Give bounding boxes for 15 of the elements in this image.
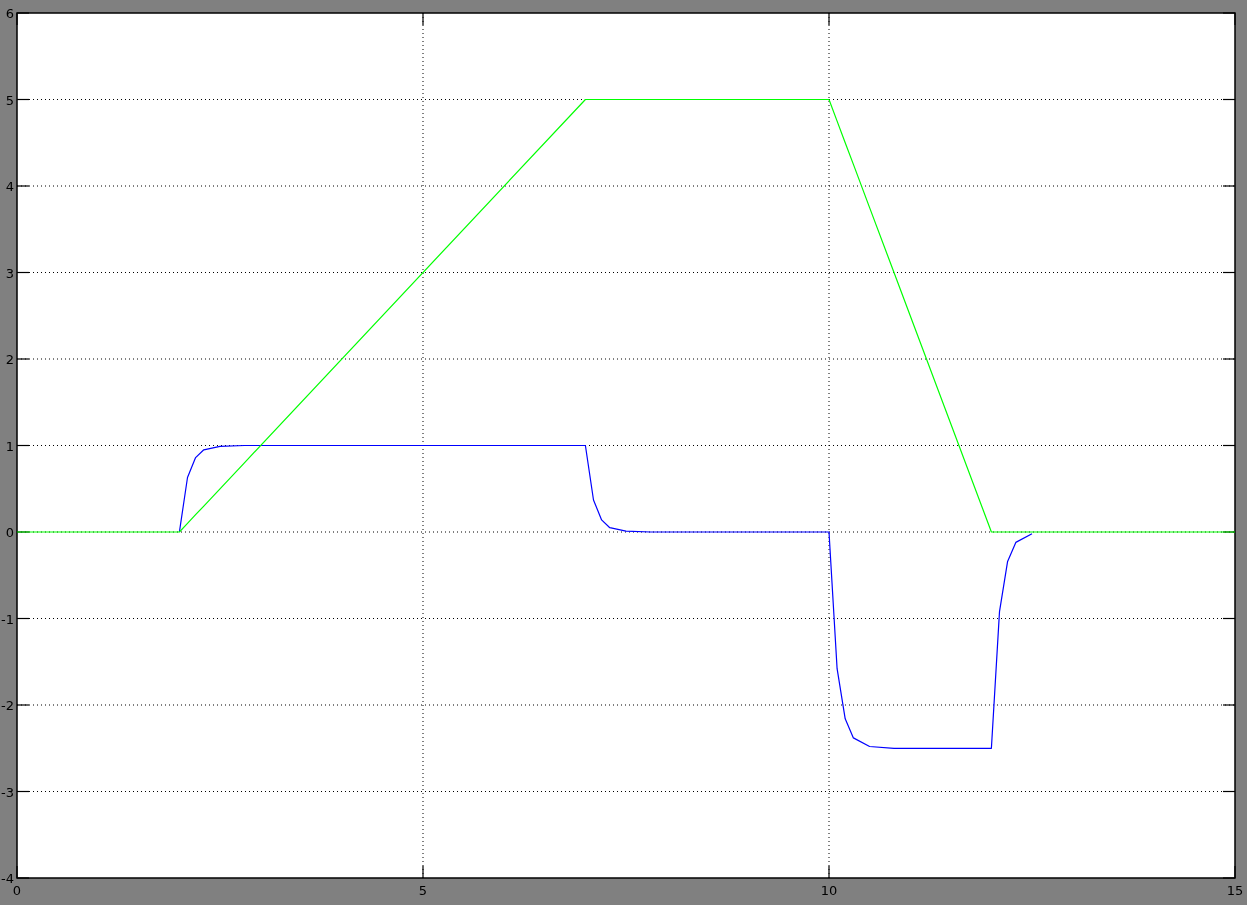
x-tick-label: 15: [1226, 883, 1244, 898]
x-tick-label: 10: [820, 883, 838, 898]
y-tick-label: 4: [5, 179, 14, 194]
y-tick-label: -2: [1, 698, 14, 713]
y-tick-label: 1: [5, 438, 14, 454]
y-tick-label: 6: [5, 6, 14, 21]
y-tick-label: 3: [5, 265, 14, 281]
y-tick-label: -1: [1, 611, 14, 627]
y-tick-label: -4: [1, 871, 14, 886]
y-tick-label: 5: [5, 92, 14, 108]
x-tick-label: 5: [418, 883, 428, 898]
y-tick-label: 2: [5, 352, 14, 367]
x-tick-label: 0: [12, 883, 22, 898]
y-tick-label: 0: [5, 525, 14, 540]
y-tick-label: -3: [1, 784, 14, 800]
